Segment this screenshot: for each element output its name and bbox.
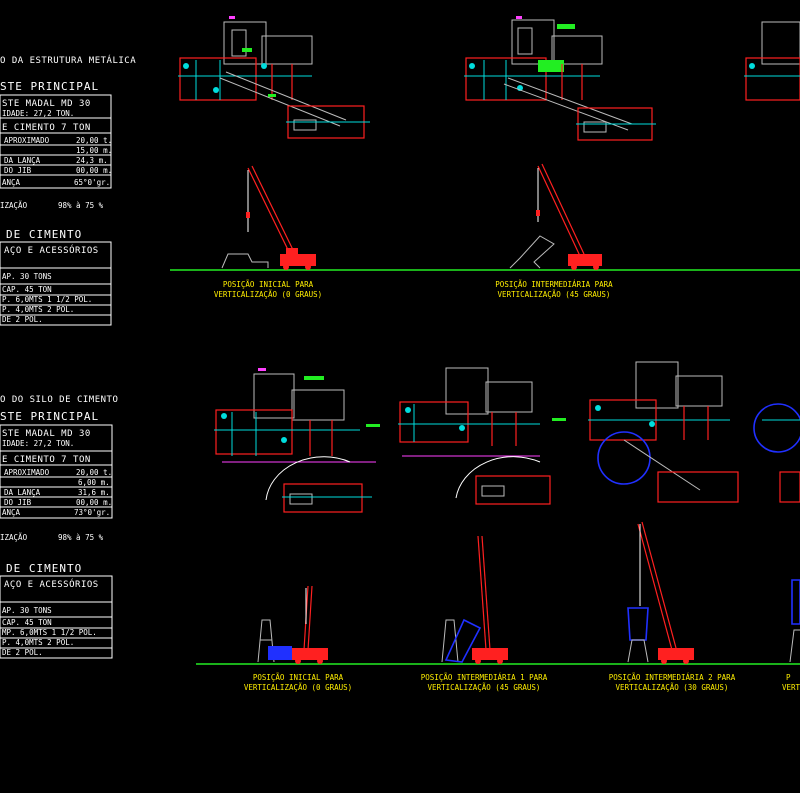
top-t1-r5a: DA LANÇA <box>4 156 41 165</box>
bottom-t1-r1: IDADE: 27,2 TON. <box>2 439 74 448</box>
top-title: O DA ESTRUTURA METÁLICA <box>0 54 136 66</box>
top-t2-r4: P. 4,0MTS 2 POL. <box>2 305 74 314</box>
bottom-t1-r3b: 20,00 t. <box>76 468 112 477</box>
top-util: IZAÇÃO <box>0 201 28 210</box>
bottom-t1-r5b: 31,6 m. <box>78 488 110 497</box>
bottom-cap4-l1: P <box>786 673 791 682</box>
bottom-t2-header: AÇO E ACESSÓRIOS <box>4 578 99 590</box>
top-info-block: O DA ESTRUTURA METÁLICA STE PRINCIPAL ST… <box>0 54 136 326</box>
bottom-t1-r7b: 73°0'gr. <box>74 508 110 517</box>
bottom-t1-r4b: 6,00 m. <box>78 478 110 487</box>
top-t1-r6a: DO JIB <box>4 166 32 175</box>
bottom-t1-r3a: APROXIMADO <box>4 468 50 477</box>
bottom-t1-r5a: DA LANÇA <box>4 488 41 497</box>
top-section2: DE CIMENTO <box>6 228 82 241</box>
bottom-t2-r2: CAP. 45 TON <box>2 618 52 627</box>
top-cap1-l2: VERTICALIZAÇÃO (0 GRAUS) <box>214 290 322 299</box>
bottom-cap3-l1: POSIÇÃO INTERMEDIÁRIA 2 PARA <box>609 673 736 682</box>
top-util-value: 98% à 75 % <box>58 201 104 210</box>
top-subtitle: STE PRINCIPAL <box>0 80 99 93</box>
bottom-cap2-l1: POSIÇÃO INTERMEDIÁRIA 1 PARA <box>421 673 548 682</box>
bottom-t2-r5: DE 2 POL. <box>2 648 43 657</box>
bottom-crane-1 <box>257 585 328 664</box>
bottom-subtitle: STE PRINCIPAL <box>0 410 99 423</box>
top-t1-r1: IDADE: 27,2 TON. <box>2 109 74 118</box>
top-t1-r7a: ANÇA <box>2 178 21 187</box>
bottom-cap1-l2: VERTICALIZAÇÃO (0 GRAUS) <box>244 683 352 692</box>
top-crane-2 <box>509 163 602 270</box>
top-plan-view-2 <box>464 16 656 141</box>
bottom-t2-r3: MP. 6,0MTS 1 1/2 POL. <box>2 628 97 637</box>
bottom-crane-3 <box>627 521 694 664</box>
top-crane-1 <box>221 165 316 270</box>
top-t2-r2: CAP. 45 TON <box>2 285 52 294</box>
bottom-info-block: O DO SILO DE CIMENTO STE PRINCIPAL STE M… <box>0 395 118 659</box>
top-plan-view-1 <box>178 16 370 139</box>
bottom-plan-view-2 <box>398 367 566 505</box>
top-t1-r7b: 65°0'gr. <box>74 178 110 187</box>
bottom-crane-2 <box>441 535 508 664</box>
top-plan-view-3 <box>744 21 800 101</box>
top-t1-r4b: 15,00 m. <box>76 146 112 155</box>
top-t1-r3a: APROXIMADO <box>4 136 50 145</box>
bottom-plan-view-1 <box>214 368 380 513</box>
bottom-t2-r1: AP. 30 TONS <box>2 606 52 615</box>
bottom-t1-r6b: 00,00 m. <box>76 498 112 507</box>
bottom-util-value: 98% à 75 % <box>58 533 104 542</box>
bottom-t2-r4: P. 4,0MTS 2 POL. <box>2 638 74 647</box>
bottom-plan-view-4 <box>753 403 800 503</box>
bottom-title: O DO SILO DE CIMENTO <box>0 395 118 405</box>
cad-drawing: O DA ESTRUTURA METÁLICA STE PRINCIPAL ST… <box>0 16 800 692</box>
top-captions: POSIÇÃO INICIAL PARA VERTICALIZAÇÃO (0 G… <box>214 280 613 299</box>
top-t2-r1: AP. 30 TONS <box>2 272 52 281</box>
bottom-t1-r2: E CIMENTO 7 TON <box>2 455 91 465</box>
bottom-cap3-l2: VERTICALIZAÇÃO (30 GRAUS) <box>616 683 729 692</box>
bottom-cap1-l1: POSIÇÃO INICIAL PARA <box>253 673 344 682</box>
top-t1-r3b: 20,00 t. <box>76 136 112 145</box>
bottom-t1-r7a: ANÇA <box>2 508 21 517</box>
bottom-t1-r6a: DO JIB <box>4 498 32 507</box>
top-cap2-l1: POSIÇÃO INTERMEDIÁRIA PARA <box>495 280 613 289</box>
top-t2-r5: DE 2 POL. <box>2 315 43 324</box>
top-t1-r0: STE MADAL MD 30 <box>2 99 91 109</box>
top-t1-r6b: 00,00 m. <box>76 166 112 175</box>
top-t2-r3: P. 6,0MTS 1 1/2 POL. <box>2 295 92 304</box>
bottom-crane-4 <box>789 579 800 663</box>
top-cap1-l1: POSIÇÃO INICIAL PARA <box>223 280 314 289</box>
top-cap2-l2: VERTICALIZAÇÃO (45 GRAUS) <box>498 290 611 299</box>
top-t1-r2: E CIMENTO 7 TON <box>2 123 91 133</box>
top-t2-header: AÇO E ACESSÓRIOS <box>4 244 99 256</box>
bottom-t1-r0: STE MADAL MD 30 <box>2 429 91 439</box>
bottom-cap4-l2: VERT <box>782 683 800 692</box>
bottom-section2: DE CIMENTO <box>6 562 82 575</box>
bottom-cap2-l2: VERTICALIZAÇÃO (45 GRAUS) <box>428 683 541 692</box>
bottom-captions: POSIÇÃO INICIAL PARA VERTICALIZAÇÃO (0 G… <box>244 673 800 692</box>
top-t1-r5b: 24,3 m. <box>76 156 108 165</box>
bottom-plan-view-3 <box>588 361 739 503</box>
bottom-util: IZAÇÃO <box>0 533 28 542</box>
